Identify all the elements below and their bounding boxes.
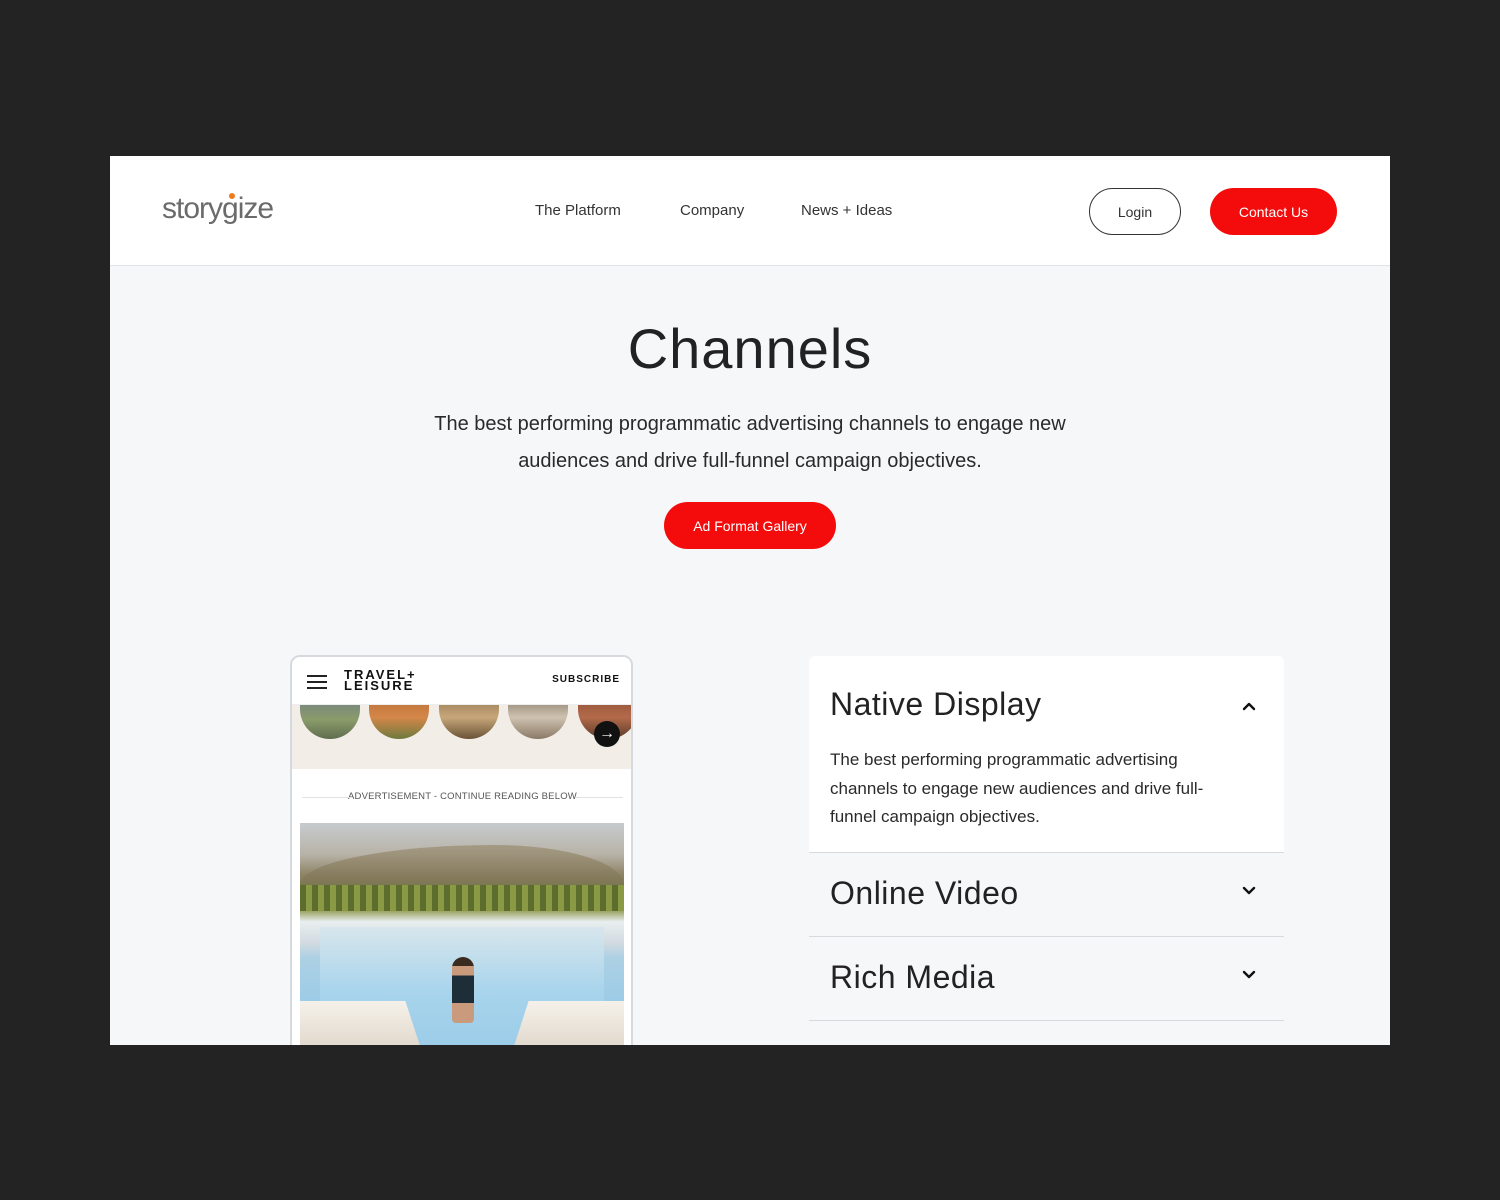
accordion-item-rich-media[interactable]: Rich Media (809, 937, 1284, 1021)
hamburger-menu-icon (307, 675, 327, 689)
ad-format-gallery-button[interactable]: Ad Format Gallery (664, 502, 836, 549)
story-carousel (292, 705, 631, 769)
ad-label: ADVERTISEMENT - CONTINUE READING BELOW (302, 791, 623, 802)
story-thumbnail (439, 705, 499, 739)
channels-accordion: Native Display The best performing progr… (809, 656, 1284, 1021)
story-thumbnail (508, 705, 568, 739)
nav-the-platform[interactable]: The Platform (535, 202, 621, 219)
story-thumbnail (300, 705, 360, 739)
phone-site-header: TRAVEL+ LEISURE SUBSCRIBE (292, 657, 631, 705)
chevron-up-icon[interactable] (1242, 699, 1256, 713)
contact-us-button[interactable]: Contact Us (1210, 188, 1337, 235)
hero-subtitle: The best performing programmatic adverti… (434, 413, 1066, 472)
storygize-logo[interactable]: storygize (162, 192, 274, 232)
accordion-title: Rich Media (830, 959, 996, 995)
accordion-item-native-display[interactable]: Native Display The best performing progr… (809, 656, 1284, 853)
phone-mockup: TRAVEL+ LEISURE SUBSCRIBE → ADVERTISEMEN… (290, 655, 633, 1045)
site-header: storygize The Platform Company News + Id… (110, 156, 1390, 266)
page-frame: storygize The Platform Company News + Id… (110, 156, 1390, 1045)
brand-line-2: LEISURE (344, 678, 415, 693)
subscribe-link: SUBSCRIBE (552, 674, 620, 685)
travel-leisure-logo: TRAVEL+ LEISURE (344, 668, 454, 693)
vineyard-shape (300, 885, 624, 911)
logo-text: storygize (162, 192, 274, 225)
accordion-body: The best performing programmatic adverti… (830, 750, 1204, 826)
accordion-title: Native Display (830, 686, 1042, 722)
story-thumbnail (369, 705, 429, 739)
nav-news-ideas[interactable]: News + Ideas (801, 202, 892, 219)
accordion-title: Online Video (830, 875, 1019, 911)
login-button[interactable]: Login (1089, 188, 1181, 235)
swimmer-shape (452, 957, 474, 1023)
hills-shape (300, 845, 624, 885)
page-title: Channels (627, 317, 873, 380)
arrow-right-icon: → (594, 721, 620, 747)
chevron-down-icon[interactable] (1242, 883, 1256, 897)
accordion-item-online-video[interactable]: Online Video (809, 853, 1284, 937)
logo-dot-icon (229, 193, 235, 199)
chevron-down-icon[interactable] (1242, 967, 1256, 981)
ad-image-pool (300, 823, 624, 1045)
nav-company[interactable]: Company (680, 202, 744, 219)
